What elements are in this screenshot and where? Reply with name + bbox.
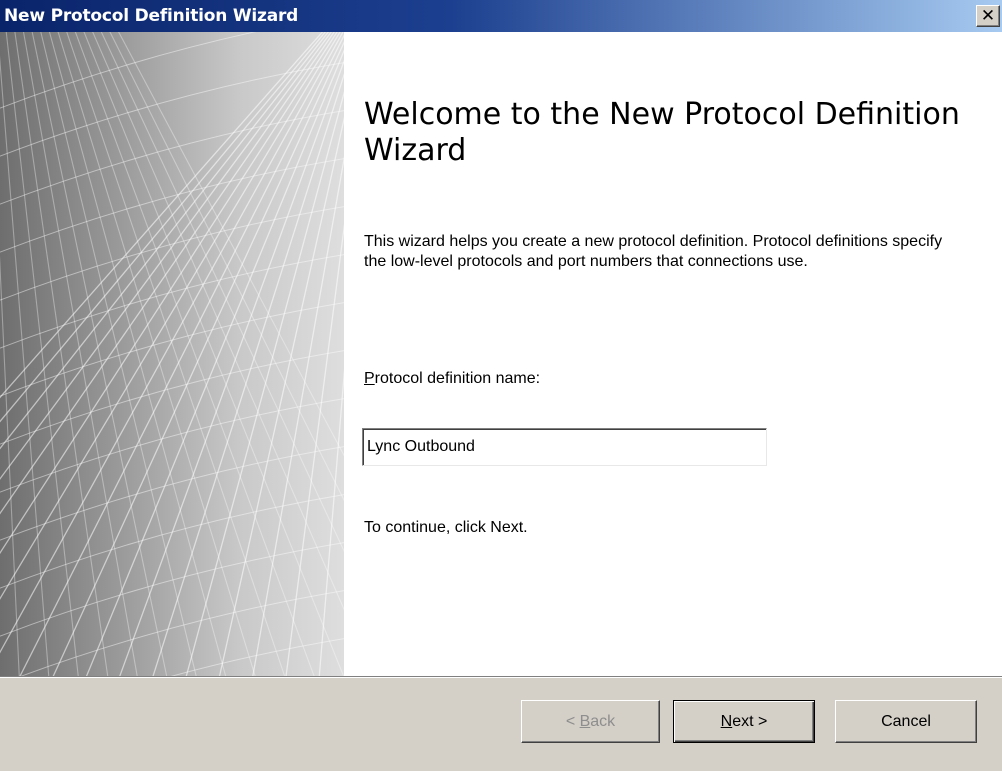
banner-line xyxy=(0,32,341,600)
protocol-name-label-accel: P xyxy=(364,370,375,387)
window-title: New Protocol Definition Wizard xyxy=(4,6,299,26)
next-button-text: ext > xyxy=(732,712,768,730)
wireframe-banner-graphic xyxy=(0,32,344,676)
banner-line xyxy=(100,32,344,553)
banner-line xyxy=(0,32,338,555)
banner-curve xyxy=(0,446,344,541)
back-button-prefix: < xyxy=(565,712,580,730)
next-button-accel: N xyxy=(720,712,733,730)
banner-line xyxy=(0,32,344,654)
banner-line xyxy=(0,32,335,515)
banner-line xyxy=(0,32,330,450)
protocol-name-input[interactable] xyxy=(362,428,767,466)
banner-line xyxy=(0,32,332,480)
wizard-banner xyxy=(0,32,344,676)
close-icon: ✕ xyxy=(980,5,996,26)
banner-line xyxy=(48,32,227,676)
next-button[interactable]: Next > xyxy=(673,700,815,743)
page-title: Welcome to the New Protocol Definition W… xyxy=(364,97,960,168)
banner-curve xyxy=(170,638,344,676)
wizard-content: Welcome to the New Protocol Definition W… xyxy=(344,32,1002,676)
back-button-accel: B xyxy=(579,712,591,730)
banner-curve xyxy=(0,158,344,253)
banner-line xyxy=(57,32,256,676)
banner-line xyxy=(152,72,344,676)
protocol-name-label-text: rotocol definition name: xyxy=(374,370,541,387)
banner-line xyxy=(109,32,344,502)
back-button[interactable]: < Back xyxy=(521,700,660,743)
cancel-button[interactable]: Cancel xyxy=(835,700,977,743)
close-button[interactable]: ✕ xyxy=(976,5,1000,27)
protocol-name-label: Protocol definition name: xyxy=(364,370,540,388)
continue-instruction: To continue, click Next. xyxy=(364,519,528,536)
back-button-text: ack xyxy=(590,712,616,730)
banner-curve xyxy=(0,254,344,349)
banner-line xyxy=(14,32,109,676)
wizard-description: This wizard helps you create a new proto… xyxy=(364,233,943,270)
button-separator xyxy=(0,676,1002,678)
banner-line xyxy=(0,32,327,423)
title-bar: New Protocol Definition Wizard ✕ xyxy=(0,0,1002,32)
